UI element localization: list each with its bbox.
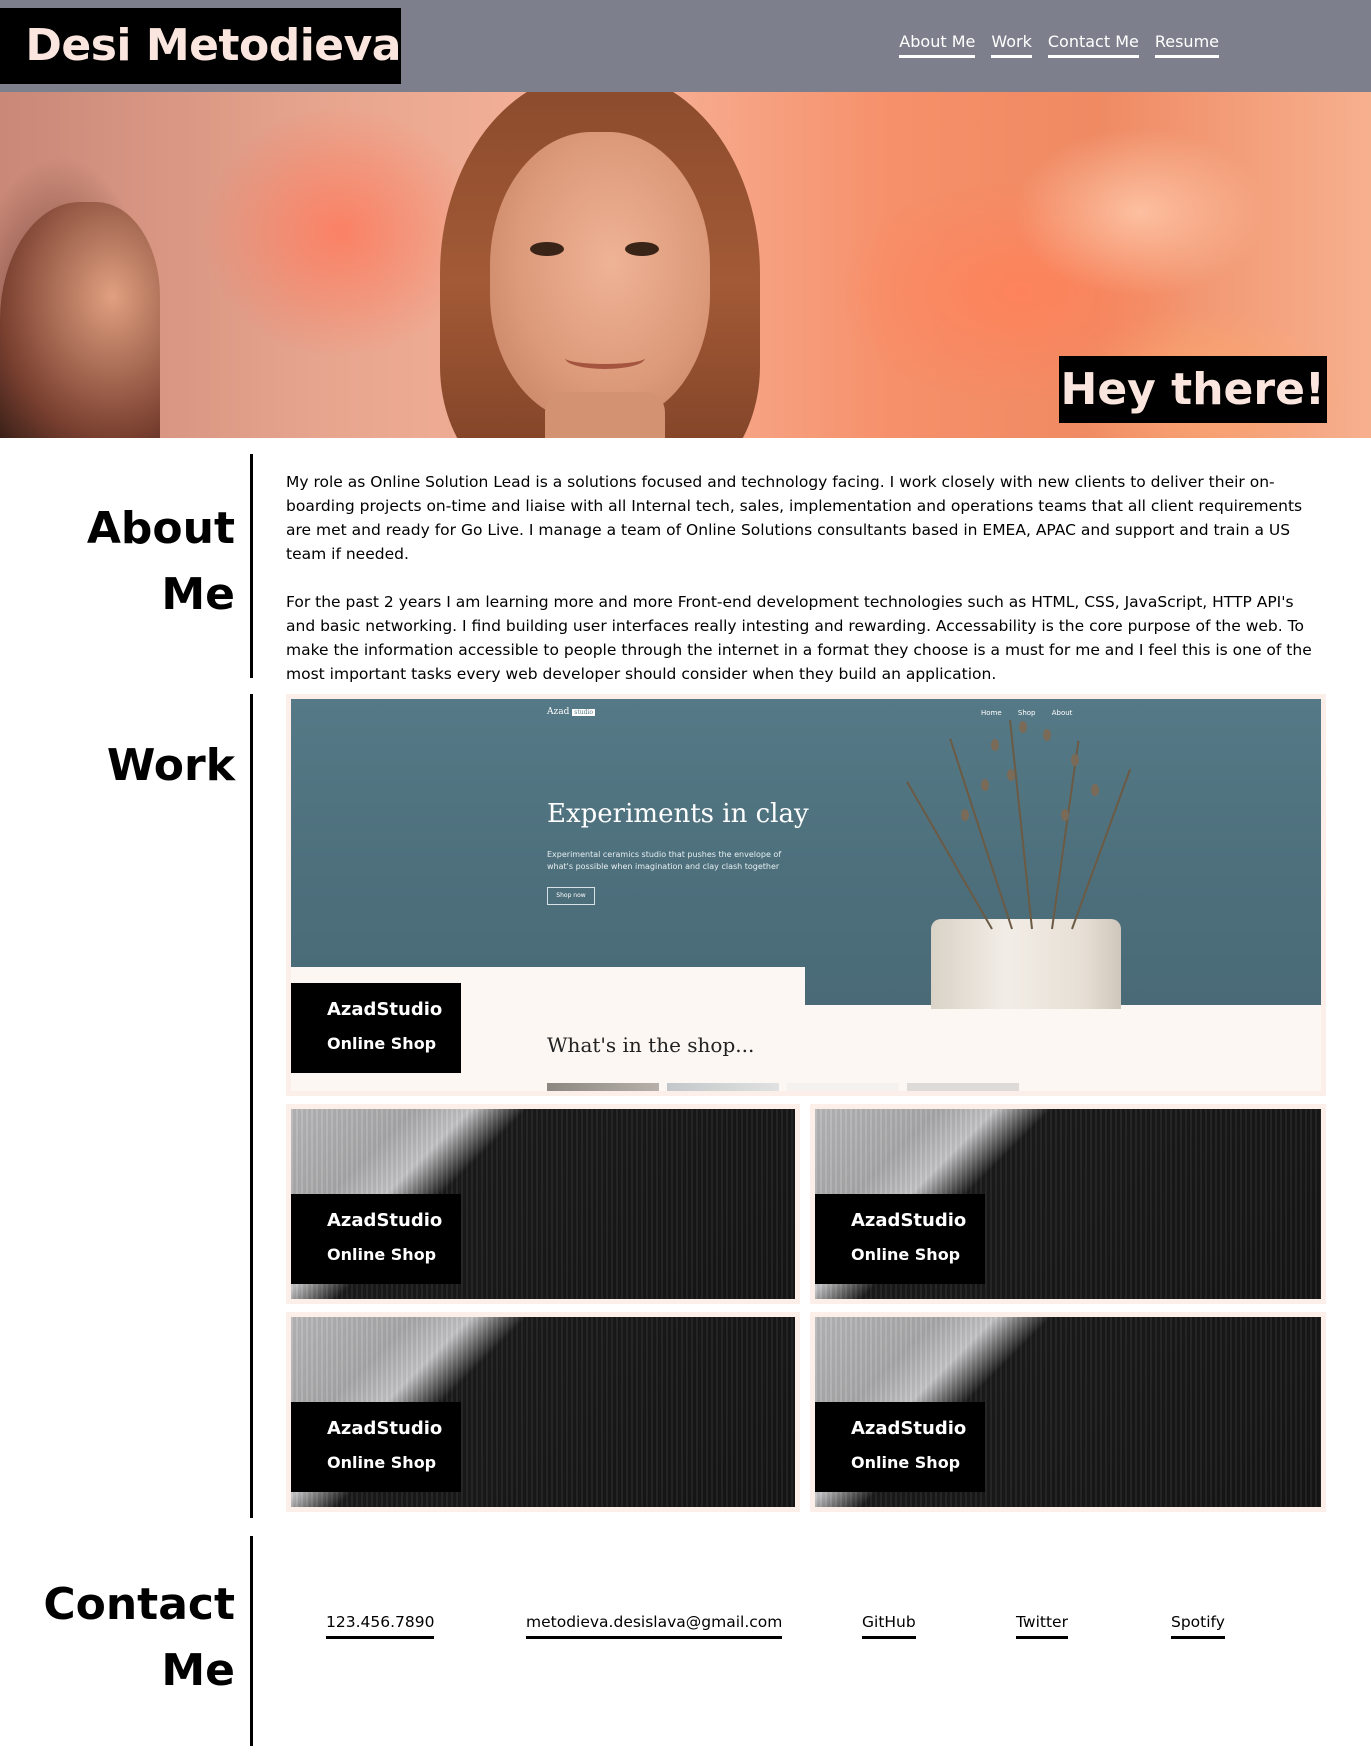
project-name: AzadStudio: [851, 1418, 967, 1439]
vase-illustration: [931, 919, 1121, 1009]
project-card[interactable]: AzadStudio Online Shop: [286, 1104, 800, 1304]
about-body: My role as Online Solution Lead is a sol…: [286, 470, 1326, 686]
phone-link[interactable]: 123.456.7890: [326, 1612, 435, 1639]
about-divider: [250, 454, 253, 678]
project-name: AzadStudio: [851, 1210, 967, 1231]
project-label: AzadStudio Online Shop: [291, 1402, 461, 1492]
preview-tagline: Experimental ceramics studio that pushes…: [547, 850, 782, 871]
email-link[interactable]: metodieva.desislava@gmail.com: [526, 1612, 783, 1639]
preview-thumbnails: [547, 1083, 1019, 1091]
nav-link-resume[interactable]: Resume: [1154, 32, 1219, 58]
about-paragraph: My role as Online Solution Lead is a sol…: [286, 473, 1303, 563]
site-header: Desi Metodieva About Me Work Contact Me …: [0, 0, 1371, 92]
about-paragraph: For the past 2 years I am learning more …: [286, 593, 1312, 683]
about-title-line1: About: [86, 503, 235, 554]
project-card[interactable]: AzadStudio Online Shop: [810, 1312, 1326, 1512]
twitter-link[interactable]: Twitter: [1016, 1612, 1068, 1639]
preview-headline: Experiments in clay: [547, 799, 809, 829]
contact-title-line1: Contact: [43, 1579, 235, 1630]
project-name: AzadStudio: [327, 999, 443, 1020]
work-divider: [250, 694, 253, 1518]
hero-greeting: Hey there!: [1058, 356, 1327, 423]
project-card[interactable]: AzadStudio Online Shop: [286, 1312, 800, 1512]
project-label: AzadStudio Online Shop: [291, 1194, 461, 1284]
project-name: AzadStudio: [327, 1210, 443, 1231]
portrait-neck: [545, 392, 665, 438]
project-label: AzadStudio Online Shop: [815, 1194, 985, 1284]
project-type: Online Shop: [327, 1034, 437, 1053]
portrait-eye: [530, 242, 564, 256]
preview-shop-button: Shop now: [547, 887, 595, 905]
project-card[interactable]: AzadStudio Online Shop: [810, 1104, 1326, 1304]
work-title: Work: [106, 740, 235, 791]
project-label: AzadStudio Online Shop: [291, 983, 461, 1073]
project-type: Online Shop: [851, 1453, 961, 1472]
portrait-face: [490, 132, 710, 422]
about-title: About Me: [87, 496, 235, 628]
background-person: [0, 202, 160, 438]
portrait-smile: [565, 347, 645, 369]
contact-title-line2: Me: [161, 1645, 235, 1696]
nav-link-about[interactable]: About Me: [899, 32, 976, 58]
project-type: Online Shop: [327, 1453, 437, 1472]
contact-title: Contact Me: [43, 1572, 235, 1704]
project-name: AzadStudio: [327, 1418, 443, 1439]
spotify-link[interactable]: Spotify: [1171, 1612, 1225, 1639]
preview-nav: Home Shop About: [981, 709, 1073, 717]
project-type: Online Shop: [327, 1245, 437, 1264]
portrait-eye: [625, 242, 659, 256]
project-card-featured[interactable]: Azad studio Home Shop About Experiments …: [286, 694, 1326, 1096]
github-link[interactable]: GitHub: [862, 1612, 916, 1639]
project-label: AzadStudio Online Shop: [815, 1402, 985, 1492]
project-preview: Azad studio Home Shop About Experiments …: [291, 699, 1321, 1091]
nav-link-contact[interactable]: Contact Me: [1047, 32, 1139, 58]
site-title[interactable]: Desi Metodieva: [0, 8, 402, 84]
preview-logo: Azad studio: [547, 707, 595, 717]
about-title-line2: Me: [161, 569, 235, 620]
preview-section-heading: What's in the shop...: [547, 1033, 755, 1057]
project-type: Online Shop: [851, 1245, 961, 1264]
main-nav: About Me Work Contact Me Resume: [899, 32, 1219, 58]
contact-divider: [250, 1536, 253, 1746]
nav-link-work[interactable]: Work: [991, 32, 1032, 58]
